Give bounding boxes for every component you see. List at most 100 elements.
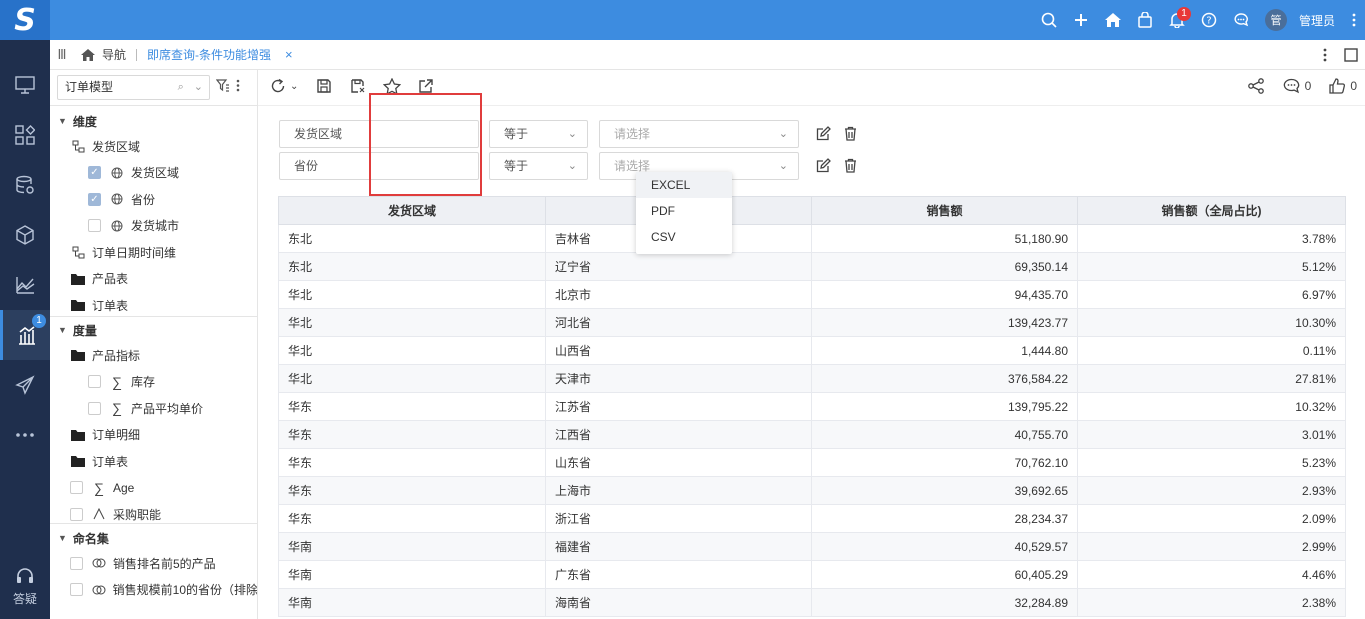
tree-item[interactable]: 订单表 — [50, 292, 257, 317]
database-settings-icon[interactable] — [0, 160, 50, 210]
edit-icon[interactable] — [816, 126, 831, 144]
measure-section: ▼ 度量 产品指标 ∑ 库存 ∑ 产品平均单价 订单明细 订单表 ∑ Age 采购职能 — [50, 318, 257, 524]
chevron-down-icon[interactable]: ⌄ — [194, 76, 203, 99]
export-excel-item[interactable]: EXCEL — [636, 172, 732, 198]
checkbox[interactable]: ✓ — [88, 166, 101, 180]
tab-current[interactable]: 即席查询-条件功能增强 — [147, 46, 271, 63]
send-icon[interactable] — [0, 360, 50, 410]
monitor-icon[interactable] — [0, 60, 50, 110]
table-row[interactable]: 华南 海南省 32,284.89 2.38% — [278, 588, 1346, 617]
tree-item[interactable]: 采购职能 — [50, 501, 257, 524]
save-icon[interactable] — [316, 78, 332, 94]
sum-icon: ∑ — [94, 479, 104, 496]
more-vertical-icon[interactable] — [236, 79, 240, 95]
analysis-icon[interactable]: 1 — [0, 310, 50, 360]
bell-icon[interactable]: 1 — [1161, 0, 1193, 40]
refresh-button[interactable]: ⌄ — [270, 78, 298, 94]
chart-area-icon[interactable] — [0, 260, 50, 310]
delete-icon[interactable] — [844, 126, 857, 144]
delete-icon[interactable] — [844, 158, 857, 176]
tree-item[interactable]: 发货城市 — [50, 213, 257, 240]
checkbox[interactable]: ✓ — [88, 192, 101, 206]
tree-item[interactable]: ✓ 发货区域 — [50, 160, 257, 187]
edit-icon[interactable] — [816, 158, 831, 176]
tree-item-label: 发货城市 — [131, 219, 180, 234]
condition-value-select[interactable]: 请选择 ⌄ — [599, 120, 799, 148]
comment-button[interactable]: 0 — [1283, 78, 1312, 94]
checkbox[interactable] — [70, 507, 83, 521]
checkbox[interactable] — [88, 219, 101, 233]
cube-icon[interactable] — [0, 210, 50, 260]
user-name[interactable]: 管理员 — [1299, 12, 1335, 29]
condition-operator-select[interactable]: 等于 ⌄ — [489, 152, 588, 180]
app-logo[interactable]: S — [0, 0, 50, 40]
tree-item[interactable]: 销售规模前10的省份（排除 — [50, 577, 257, 604]
table-row[interactable]: 东北 辽宁省 69,350.14 5.12% — [278, 252, 1346, 281]
checkbox[interactable] — [70, 556, 83, 570]
tab-close-icon[interactable]: × — [285, 47, 293, 62]
column-header[interactable]: 销售额 — [811, 196, 1078, 225]
chat-icon[interactable] — [1225, 0, 1257, 40]
fullscreen-icon[interactable] — [1337, 48, 1365, 62]
more-vertical-icon[interactable] — [1343, 0, 1365, 40]
more-vertical-icon[interactable] — [1313, 48, 1337, 62]
table-row[interactable]: 华北 北京市 94,435.70 6.97% — [278, 280, 1346, 309]
column-header[interactable]: 发货区域 — [278, 196, 546, 225]
namedset-header[interactable]: ▼ 命名集 — [50, 526, 257, 550]
tree-item[interactable]: 订单明细 — [50, 422, 257, 449]
table-row[interactable]: 华北 山西省 1,444.80 0.11% — [278, 336, 1346, 365]
search-icon[interactable] — [1033, 0, 1065, 40]
export-icon[interactable] — [418, 78, 434, 94]
column-header[interactable]: 销售额（全局占比) — [1077, 196, 1346, 225]
measure-header[interactable]: ▼ 度量 — [50, 318, 257, 342]
tree-item[interactable]: 产品表 — [50, 266, 257, 293]
table-row[interactable]: 华南 广东省 60,405.29 4.46% — [278, 560, 1346, 589]
globe-icon — [109, 220, 125, 232]
save-as-icon[interactable] — [350, 78, 366, 94]
svg-text:?: ? — [1206, 16, 1211, 27]
home-icon[interactable] — [1097, 0, 1129, 40]
comment-count: 0 — [1304, 79, 1312, 93]
table-row[interactable]: 东北 吉林省 51,180.90 3.78% — [278, 224, 1346, 253]
tree-item[interactable]: ✓ 省份 — [50, 186, 257, 213]
help-icon[interactable]: ? — [1193, 0, 1225, 40]
export-pdf-item[interactable]: PDF — [636, 198, 732, 224]
checkbox[interactable] — [88, 375, 101, 389]
checkbox[interactable] — [88, 401, 101, 415]
filter-icon[interactable] — [215, 79, 230, 95]
table-row[interactable]: 华北 天津市 376,584.22 27.81% — [278, 364, 1346, 393]
table-row[interactable]: 华南 福建省 40,529.57 2.99% — [278, 532, 1346, 561]
tree-item[interactable]: ∑ 库存 — [50, 369, 257, 396]
dimension-header[interactable]: ▼ 维度 — [50, 109, 257, 133]
condition-operator-select[interactable]: 等于 ⌄ — [489, 120, 588, 148]
checkbox[interactable] — [70, 481, 83, 495]
tree-item[interactable]: 发货区域 — [50, 133, 257, 160]
model-select[interactable]: 订单模型 ⌕ ⌄ — [57, 75, 210, 100]
table-row[interactable]: 华东 江西省 40,755.70 3.01% — [278, 420, 1346, 449]
table-row[interactable]: 华东 山东省 70,762.10 5.23% — [278, 448, 1346, 477]
tree-item[interactable]: 销售排名前5的产品 — [50, 550, 257, 577]
export-csv-item[interactable]: CSV — [636, 224, 732, 250]
tree-item[interactable]: ∑ 产品平均单价 — [50, 395, 257, 422]
search-icon[interactable]: ⌕ — [178, 76, 184, 99]
tree-item[interactable]: ∑ Age — [50, 475, 257, 502]
tree-item[interactable]: 产品指标 — [50, 342, 257, 369]
tab-home[interactable]: 导航 — [80, 46, 126, 63]
checkbox[interactable] — [70, 583, 83, 597]
tree-item[interactable]: 订单表 — [50, 448, 257, 475]
more-icon[interactable] — [0, 410, 50, 460]
table-row[interactable]: 华东 上海市 39,692.65 2.93% — [278, 476, 1346, 505]
bag-icon[interactable] — [1129, 0, 1161, 40]
menu-toggle-icon[interactable]: Ⅲ — [52, 47, 72, 63]
table-row[interactable]: 华东 江苏省 139,795.22 10.32% — [278, 392, 1346, 421]
widgets-icon[interactable] — [0, 110, 50, 160]
share-icon[interactable] — [1247, 78, 1265, 94]
main-panel: ⌄ 0 0 发货区域 等于 ⌄ 请选择 ⌄ 省份 等于 ⌄ 请选择 ⌄ 发货区域 省份 … — [258, 70, 1365, 619]
like-button[interactable]: 0 — [1329, 78, 1357, 94]
avatar[interactable]: 管 — [1264, 9, 1287, 31]
table-row[interactable]: 华东 浙江省 28,234.37 2.09% — [278, 504, 1346, 533]
table-row[interactable]: 华北 河北省 139,423.77 10.30% — [278, 308, 1346, 337]
tree-item[interactable]: 订单日期时间维 — [50, 239, 257, 266]
help-button[interactable]: 答疑 — [0, 567, 50, 607]
add-icon[interactable] — [1065, 0, 1097, 40]
